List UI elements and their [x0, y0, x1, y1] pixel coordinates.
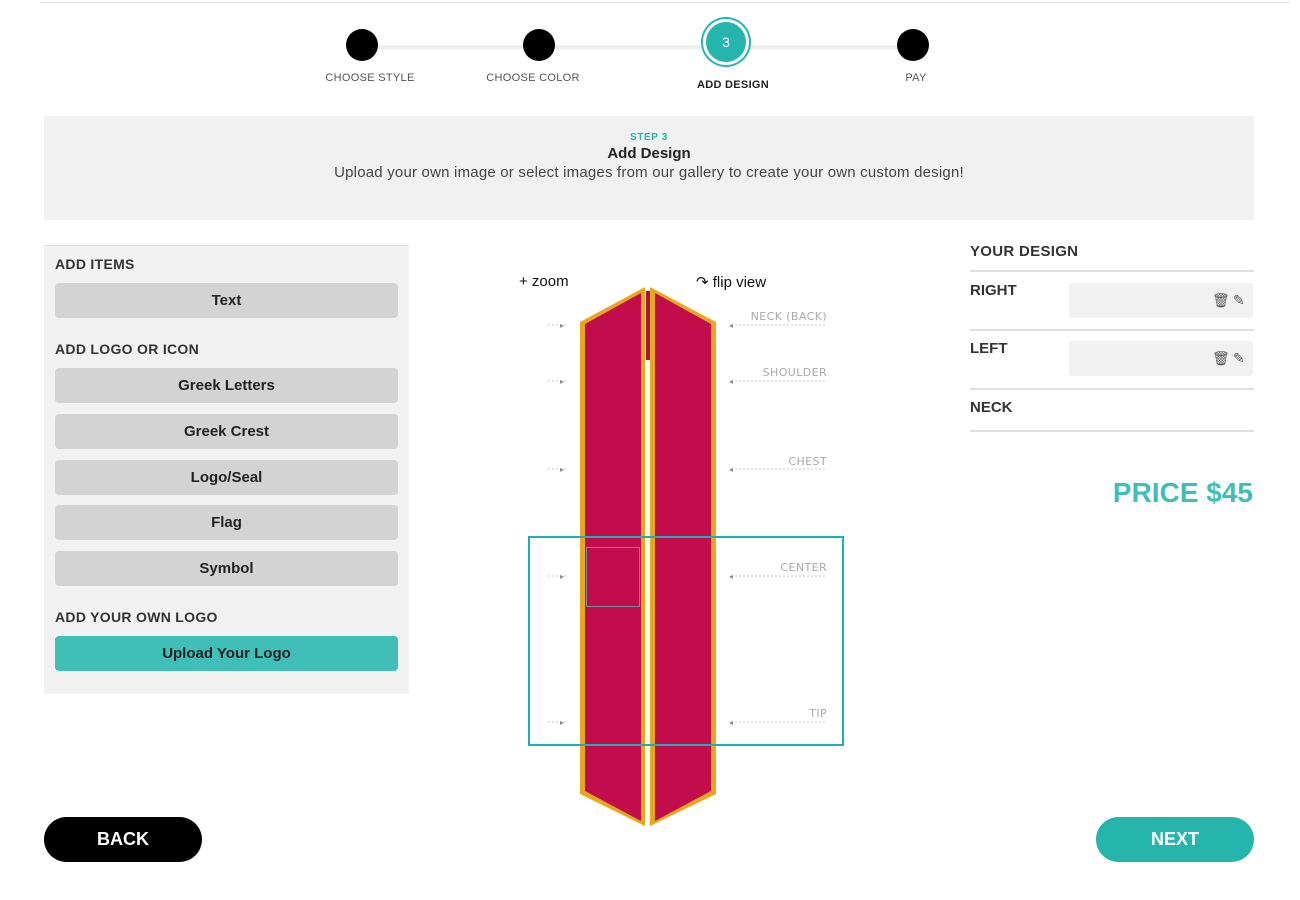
back-button[interactable]: BACK: [44, 817, 202, 862]
selection-frame[interactable]: [528, 536, 844, 746]
svg-text:◂: ◂: [729, 377, 733, 386]
divider: [970, 430, 1254, 432]
trash-icon[interactable]: 🗑: [1212, 292, 1230, 308]
divider: [970, 329, 1254, 331]
stole-neck-stripe: [646, 291, 650, 360]
region-label-shoulder: SHOULDER: [762, 366, 827, 379]
pencil-icon[interactable]: ✎: [1233, 292, 1247, 308]
design-row-right-label: RIGHT: [970, 282, 1017, 299]
pencil-icon[interactable]: ✎: [1233, 350, 1247, 366]
svg-text:◂: ◂: [729, 465, 733, 474]
svg-text:▸: ▸: [560, 465, 564, 474]
region-label-neck-back: NECK (BACK): [750, 310, 827, 323]
design-row-left-label: LEFT: [970, 340, 1008, 357]
divider: [970, 388, 1254, 390]
design-placeholder[interactable]: [586, 547, 640, 607]
your-design-heading: YOUR DESIGN: [970, 243, 1079, 260]
trash-icon[interactable]: 🗑: [1212, 350, 1230, 366]
design-slot-left[interactable]: 🗑 ✎: [1069, 341, 1253, 376]
next-button[interactable]: NEXT: [1096, 817, 1254, 862]
stole-preview: ▸▸▸▸▸ ◂◂◂◂◂: [548, 287, 826, 826]
svg-text:▸: ▸: [560, 321, 564, 330]
region-label-chest: CHEST: [788, 455, 827, 468]
divider: [970, 270, 1254, 272]
design-slot-right[interactable]: 🗑 ✎: [1069, 283, 1253, 318]
svg-text:▸: ▸: [560, 377, 564, 386]
svg-text:◂: ◂: [729, 321, 733, 330]
price-display: PRICE $45: [1112, 477, 1253, 508]
design-row-neck-label: NECK: [970, 399, 1013, 416]
